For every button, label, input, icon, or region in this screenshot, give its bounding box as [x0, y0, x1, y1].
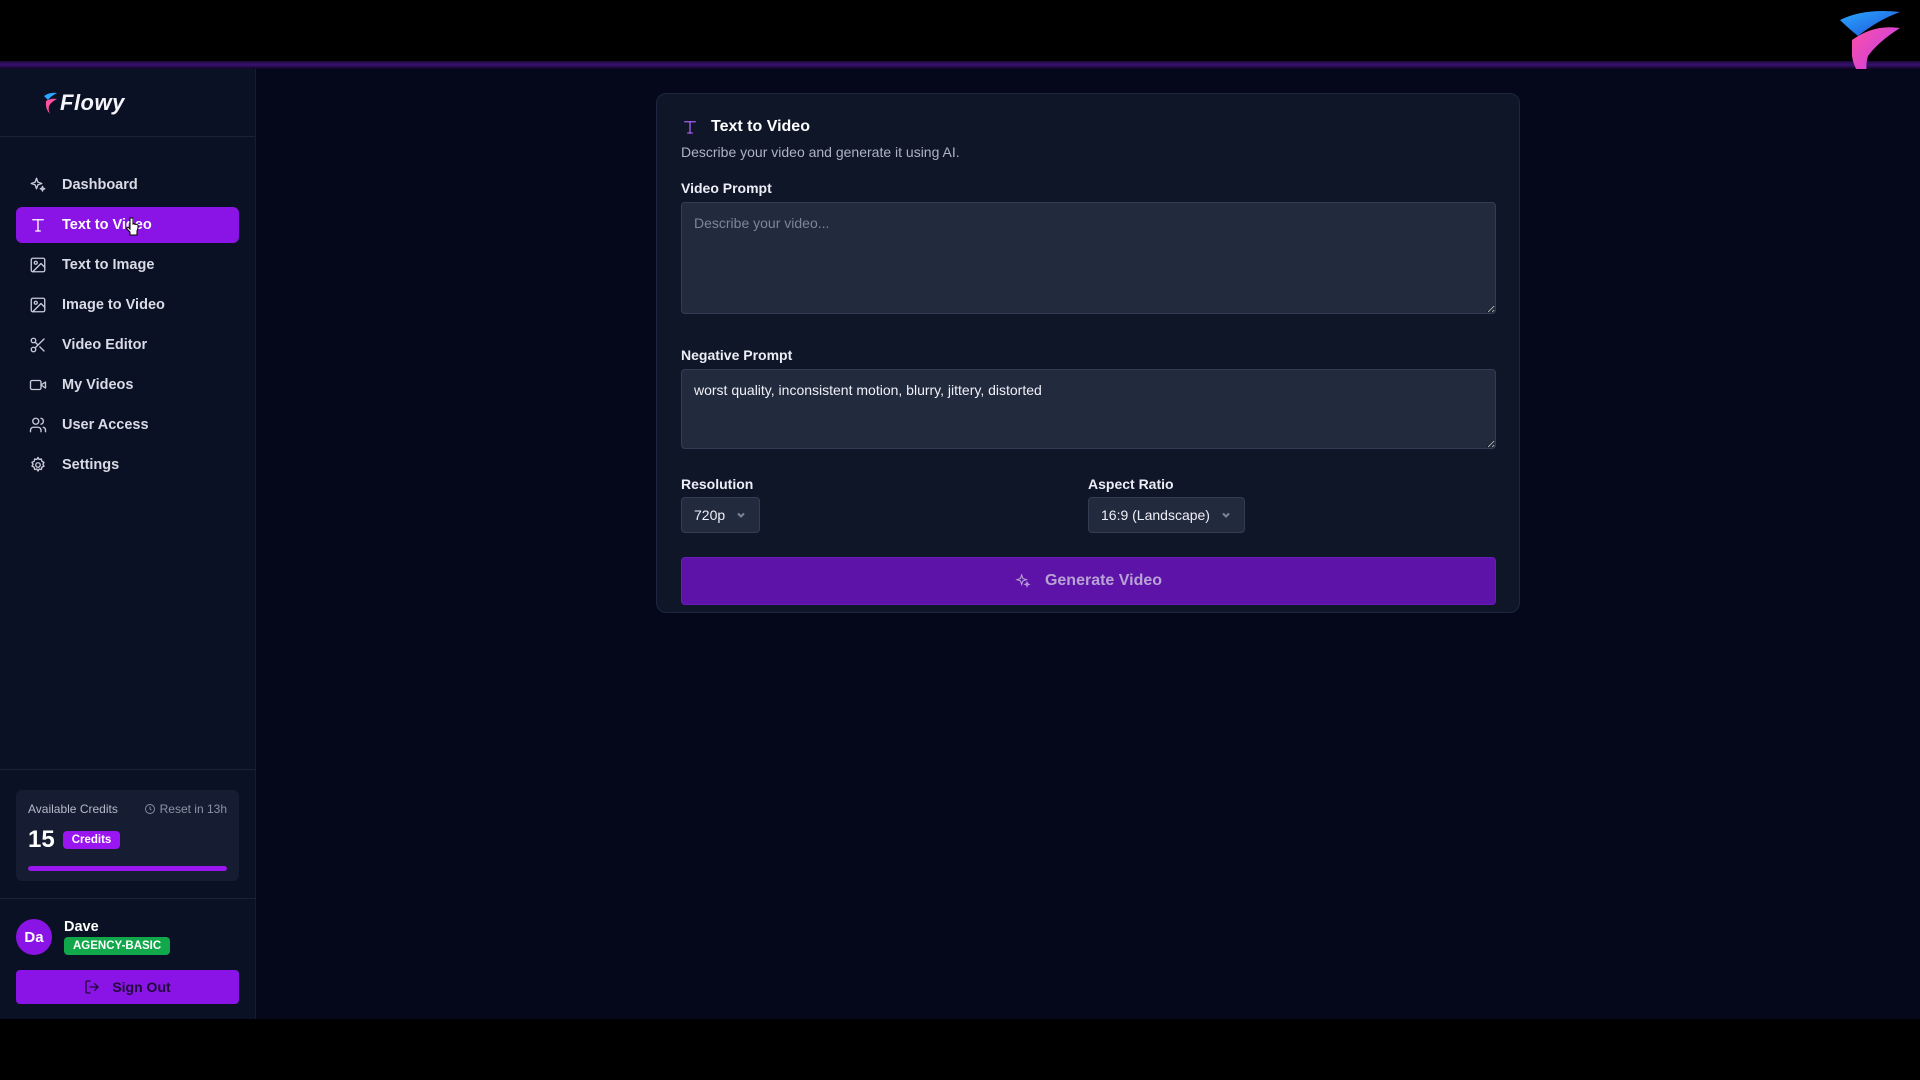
- sidebar-nav: Dashboard Text to Video Text to Image Im…: [0, 137, 255, 483]
- text-icon: [28, 215, 48, 235]
- credits-progress: [28, 866, 227, 871]
- image-icon: [28, 295, 48, 315]
- credits-row: 15 Credits: [28, 826, 227, 854]
- top-accent-line: [0, 61, 1920, 69]
- mouse-pointer-icon: [126, 217, 139, 236]
- sidebar-item-label: My Videos: [62, 377, 134, 393]
- credits-reset-text: Reset in 13h: [159, 802, 227, 816]
- chevron-down-icon: [1222, 512, 1230, 518]
- users-icon: [28, 415, 48, 435]
- image-icon: [28, 255, 48, 275]
- avatar[interactable]: Da: [16, 919, 52, 955]
- aspect-ratio-label: Aspect Ratio: [1088, 476, 1174, 492]
- credits-reset: Reset in 13h: [144, 802, 227, 816]
- sparkles-icon: [28, 175, 48, 195]
- sidebar-item-label: Video Editor: [62, 337, 148, 353]
- clock-icon: [144, 804, 155, 814]
- chevron-down-icon: [737, 512, 745, 518]
- resolution-label: Resolution: [681, 476, 754, 492]
- sign-out-button[interactable]: Sign Out: [16, 970, 239, 1004]
- sign-out-label: Sign Out: [112, 979, 171, 995]
- sidebar-item-user-access[interactable]: User Access: [16, 407, 239, 443]
- resolution-select[interactable]: 720p: [681, 497, 761, 533]
- negative-prompt-input[interactable]: worst quality, inconsistent motion, blur…: [681, 369, 1496, 449]
- brand-logo[interactable]: Flowy: [42, 90, 125, 116]
- sidebar-item-text-to-image[interactable]: Text to Image: [16, 247, 239, 283]
- plan-badge: AGENCY-BASIC: [64, 937, 171, 955]
- sidebar-item-my-videos[interactable]: My Videos: [16, 367, 239, 403]
- video-prompt-input[interactable]: [681, 202, 1496, 314]
- gear-icon: [28, 455, 48, 475]
- sidebar-item-label: Image to Video: [62, 297, 165, 313]
- sidebar: Flowy Dashboard Text to Video Text to Im…: [0, 69, 256, 1019]
- brand-header: Flowy: [0, 69, 255, 137]
- panel-subtitle: Describe your video and generate it usin…: [681, 144, 960, 160]
- aspect-ratio-select[interactable]: 16:9 (Landscape): [1088, 497, 1245, 533]
- generate-video-label: Generate Video: [1044, 572, 1163, 589]
- resolution-value: 720p: [694, 507, 726, 523]
- credits-header: Available Credits Reset in 13h: [28, 802, 227, 816]
- flowy-logo-icon: [44, 92, 57, 114]
- sparkles-icon: [1015, 573, 1031, 588]
- aspect-ratio-group: Aspect Ratio 16:9 (Landscape): [1088, 476, 1495, 533]
- scissors-icon: [28, 335, 48, 355]
- log-out-icon: [85, 980, 99, 994]
- credits-badge: Credits: [62, 831, 121, 849]
- credits-progress-fill: [28, 866, 227, 871]
- sidebar-item-image-to-video[interactable]: Image to Video: [16, 287, 239, 323]
- panel-title-text: Text to Video: [711, 118, 810, 135]
- sidebar-item-settings[interactable]: Settings: [16, 447, 239, 483]
- sidebar-item-label: Settings: [62, 457, 120, 473]
- brand-name: Flowy: [60, 89, 125, 115]
- credits-label: Available Credits: [28, 802, 118, 816]
- resolution-group: Resolution 720p: [681, 476, 1088, 533]
- panel-title: Text to Video: [681, 118, 1495, 136]
- generate-video-button[interactable]: Generate Video: [681, 557, 1496, 605]
- top-bar: [0, 0, 1920, 62]
- credits-count: 15: [28, 826, 55, 853]
- credits-card: Available Credits Reset in 13h 15 Credit…: [16, 790, 239, 881]
- sidebar-item-label: User Access: [62, 417, 149, 433]
- sidebar-item-label: Text to Image: [62, 257, 155, 273]
- text-to-video-panel: Text to Video Describe your video and ge…: [656, 93, 1520, 613]
- options-row: Resolution 720p Aspect Ratio 16:9 (Lands…: [681, 476, 1495, 533]
- video-prompt-label: Video Prompt: [681, 180, 772, 196]
- sidebar-item-label: Dashboard: [62, 177, 138, 193]
- aspect-ratio-value: 16:9 (Landscape): [1101, 507, 1210, 523]
- sidebar-item-text-to-video[interactable]: Text to Video: [16, 207, 239, 243]
- video-camera-icon: [28, 375, 48, 395]
- sidebar-item-dashboard[interactable]: Dashboard: [16, 167, 239, 203]
- sidebar-footer: Available Credits Reset in 13h 15 Credit…: [0, 769, 256, 1019]
- negative-prompt-label: Negative Prompt: [681, 347, 793, 363]
- user-name: Dave: [64, 919, 99, 935]
- sidebar-item-video-editor[interactable]: Video Editor: [16, 327, 239, 363]
- text-icon: [684, 121, 696, 134]
- bottom-bar: [0, 1019, 1920, 1080]
- app-shell: Flowy Dashboard Text to Video Text to Im…: [0, 69, 1920, 1019]
- user-block: Da Dave AGENCY-BASIC Sign Out: [0, 898, 256, 1020]
